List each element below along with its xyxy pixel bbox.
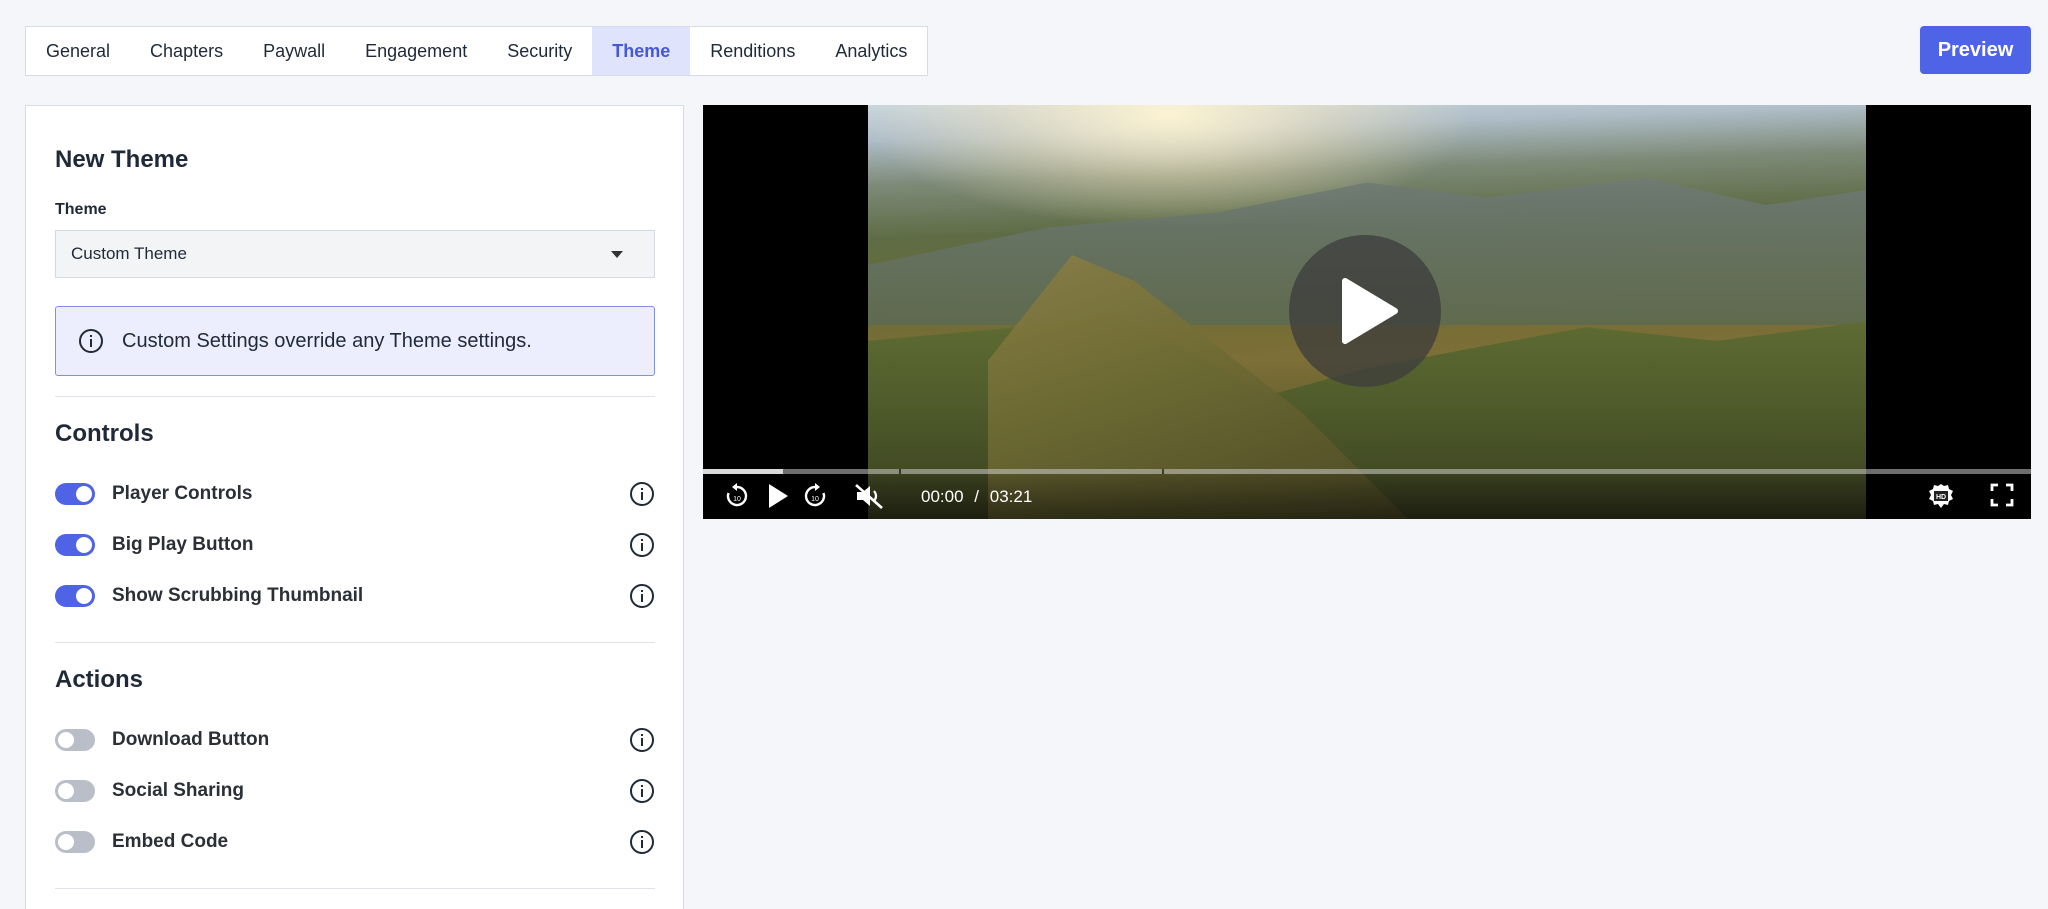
theme-select[interactable]: Custom Theme bbox=[55, 230, 655, 278]
social-sharing-toggle[interactable] bbox=[55, 780, 95, 802]
current-time: 00:00 bbox=[921, 487, 964, 506]
tab-engagement[interactable]: Engagement bbox=[345, 27, 487, 75]
control-row-player-controls: Player Controls bbox=[55, 479, 655, 509]
forward-10-icon[interactable]: 10 bbox=[801, 482, 829, 510]
download-button-toggle[interactable] bbox=[55, 729, 95, 751]
panel-title: New Theme bbox=[55, 146, 189, 173]
theme-settings-panel: New Theme Theme Custom Theme Custom Sett… bbox=[25, 105, 684, 909]
fullscreen-icon[interactable] bbox=[1989, 482, 2015, 508]
control-row-big-play-button: Big Play Button bbox=[55, 530, 655, 560]
info-icon[interactable] bbox=[629, 829, 655, 855]
divider bbox=[55, 396, 655, 397]
scrubbing-thumbnail-label: Show Scrubbing Thumbnail bbox=[112, 585, 364, 606]
tab-paywall[interactable]: Paywall bbox=[243, 27, 345, 75]
control-bar: 10 10 00:00 / 03:21 HD bbox=[703, 474, 2031, 519]
divider bbox=[55, 888, 655, 889]
svg-text:HD: HD bbox=[1936, 494, 1946, 501]
embed-code-label: Embed Code bbox=[112, 831, 229, 852]
theme-select-value: Custom Theme bbox=[71, 244, 187, 263]
download-button-label: Download Button bbox=[112, 729, 270, 750]
time-separator: / bbox=[974, 487, 980, 506]
info-notice: Custom Settings override any Theme setti… bbox=[55, 306, 655, 376]
player-controls-toggle[interactable] bbox=[55, 483, 95, 505]
time-display: 00:00 / 03:21 bbox=[921, 487, 1032, 507]
info-icon bbox=[79, 329, 103, 353]
tab-bar: General Chapters Paywall Engagement Secu… bbox=[25, 26, 929, 76]
tab-renditions[interactable]: Renditions bbox=[690, 27, 815, 75]
chevron-down-icon bbox=[611, 251, 623, 258]
svg-text:10: 10 bbox=[811, 496, 819, 503]
info-notice-text: Custom Settings override any Theme setti… bbox=[122, 329, 532, 352]
big-play-button-label: Big Play Button bbox=[112, 534, 254, 555]
info-icon[interactable] bbox=[629, 583, 655, 609]
duration: 03:21 bbox=[989, 487, 1033, 506]
control-row-scrubbing-thumbnail: Show Scrubbing Thumbnail bbox=[55, 581, 655, 611]
svg-text:10: 10 bbox=[733, 496, 741, 503]
rewind-10-icon[interactable]: 10 bbox=[723, 482, 751, 510]
quality-settings-icon[interactable]: HD bbox=[1927, 482, 1955, 510]
actions-section-title: Actions bbox=[55, 666, 144, 693]
play-icon bbox=[1342, 278, 1398, 344]
tab-analytics[interactable]: Analytics bbox=[815, 27, 927, 75]
embed-code-toggle[interactable] bbox=[55, 831, 95, 853]
info-icon[interactable] bbox=[629, 481, 655, 507]
action-row-embed-code: Embed Code bbox=[55, 827, 655, 857]
theme-select-label: Theme bbox=[55, 201, 107, 218]
tab-security[interactable]: Security bbox=[487, 27, 592, 75]
controls-section-title: Controls bbox=[55, 420, 154, 447]
divider bbox=[55, 642, 655, 643]
big-play-button[interactable] bbox=[1289, 235, 1441, 387]
info-icon[interactable] bbox=[629, 778, 655, 804]
scrubbing-thumbnail-toggle[interactable] bbox=[55, 585, 95, 607]
tab-theme[interactable]: Theme bbox=[592, 27, 691, 75]
video-player[interactable]: 10 10 00:00 / 03:21 HD bbox=[703, 105, 2031, 519]
mute-icon[interactable] bbox=[853, 482, 885, 510]
info-icon[interactable] bbox=[629, 532, 655, 558]
tab-chapters[interactable]: Chapters bbox=[130, 27, 243, 75]
action-row-download-button: Download Button bbox=[55, 725, 655, 755]
social-sharing-label: Social Sharing bbox=[112, 780, 244, 801]
big-play-button-toggle[interactable] bbox=[55, 534, 95, 556]
play-icon[interactable] bbox=[766, 482, 790, 510]
info-icon[interactable] bbox=[629, 727, 655, 753]
tab-general[interactable]: General bbox=[26, 27, 130, 75]
preview-button[interactable]: Preview bbox=[1920, 26, 2031, 74]
action-row-social-sharing: Social Sharing bbox=[55, 776, 655, 806]
player-controls-label: Player Controls bbox=[112, 483, 253, 504]
